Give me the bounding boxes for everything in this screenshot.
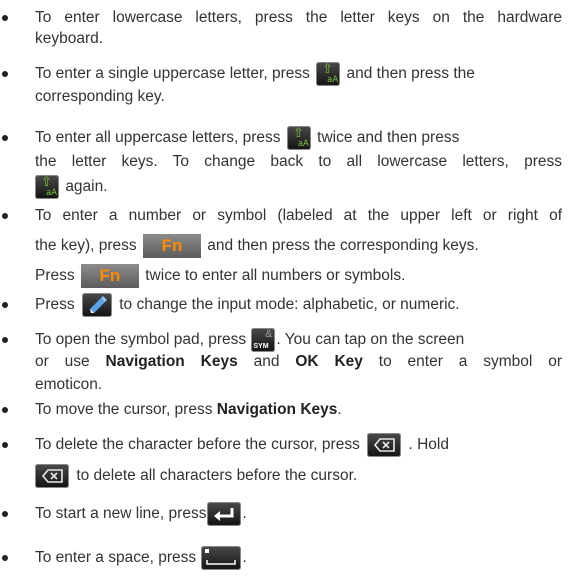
bullet <box>2 442 8 448</box>
text-line: corresponding key. <box>35 88 165 105</box>
fn-key-icon: Fn <box>80 263 139 288</box>
pencil-key-icon <box>81 292 112 317</box>
text-line: Press to change the input mode: alphabet… <box>35 292 562 317</box>
document-page: To enter lowercase letters, press the le… <box>0 0 568 584</box>
bullet <box>2 71 8 77</box>
shift-key-icon: ⇧ aA <box>316 61 341 86</box>
text-line: To enter a space, press . <box>35 545 562 570</box>
bullet <box>2 213 8 219</box>
shift-key-icon: ⇧ aA <box>35 174 59 199</box>
text-line: ⇧ aA again. <box>35 174 562 199</box>
bullet <box>2 15 8 21</box>
backspace-key-icon <box>367 432 402 457</box>
text-line: To move the cursor, press Navigation Key… <box>35 401 342 418</box>
text-line: emoticon. <box>35 376 103 393</box>
bullet <box>2 511 8 517</box>
bullet <box>2 337 8 343</box>
bullet <box>2 407 8 413</box>
text-line: To enter all uppercase letters, press ⇧ a… <box>35 125 460 150</box>
backspace-key-icon <box>35 463 69 488</box>
space-key-icon <box>201 545 242 570</box>
text-line: Press Fn twice to enter all numbers or s… <box>35 263 562 288</box>
text-line: keyboard. <box>35 30 104 47</box>
text-line: To start a new line, press . <box>35 501 562 526</box>
bullet <box>2 135 8 141</box>
text-line: To enter lowercase letters, press the le… <box>35 9 562 26</box>
text-line: to delete all characters before the curs… <box>35 463 562 488</box>
sym-key-icon: & SYM <box>251 327 276 352</box>
text-line: To delete the character before the curso… <box>35 432 562 457</box>
fn-key-icon: Fn <box>142 233 201 258</box>
text-line: or use Navigation Keys and OK Key to ent… <box>35 353 562 370</box>
bullet <box>2 555 8 561</box>
shift-key-icon: ⇧ aA <box>286 125 311 150</box>
enter-key-icon <box>207 501 242 526</box>
text-line: To enter a single uppercase letter, pres… <box>35 61 475 86</box>
text-line: To enter a number or symbol (labeled at … <box>35 207 562 224</box>
text-line: the key), press Fn and then press the co… <box>35 233 562 258</box>
text-line: the letter keys. To change back to all l… <box>35 153 562 170</box>
bullet <box>2 302 8 308</box>
text-line: To open the symbol pad, press & SYM. You … <box>35 327 465 352</box>
